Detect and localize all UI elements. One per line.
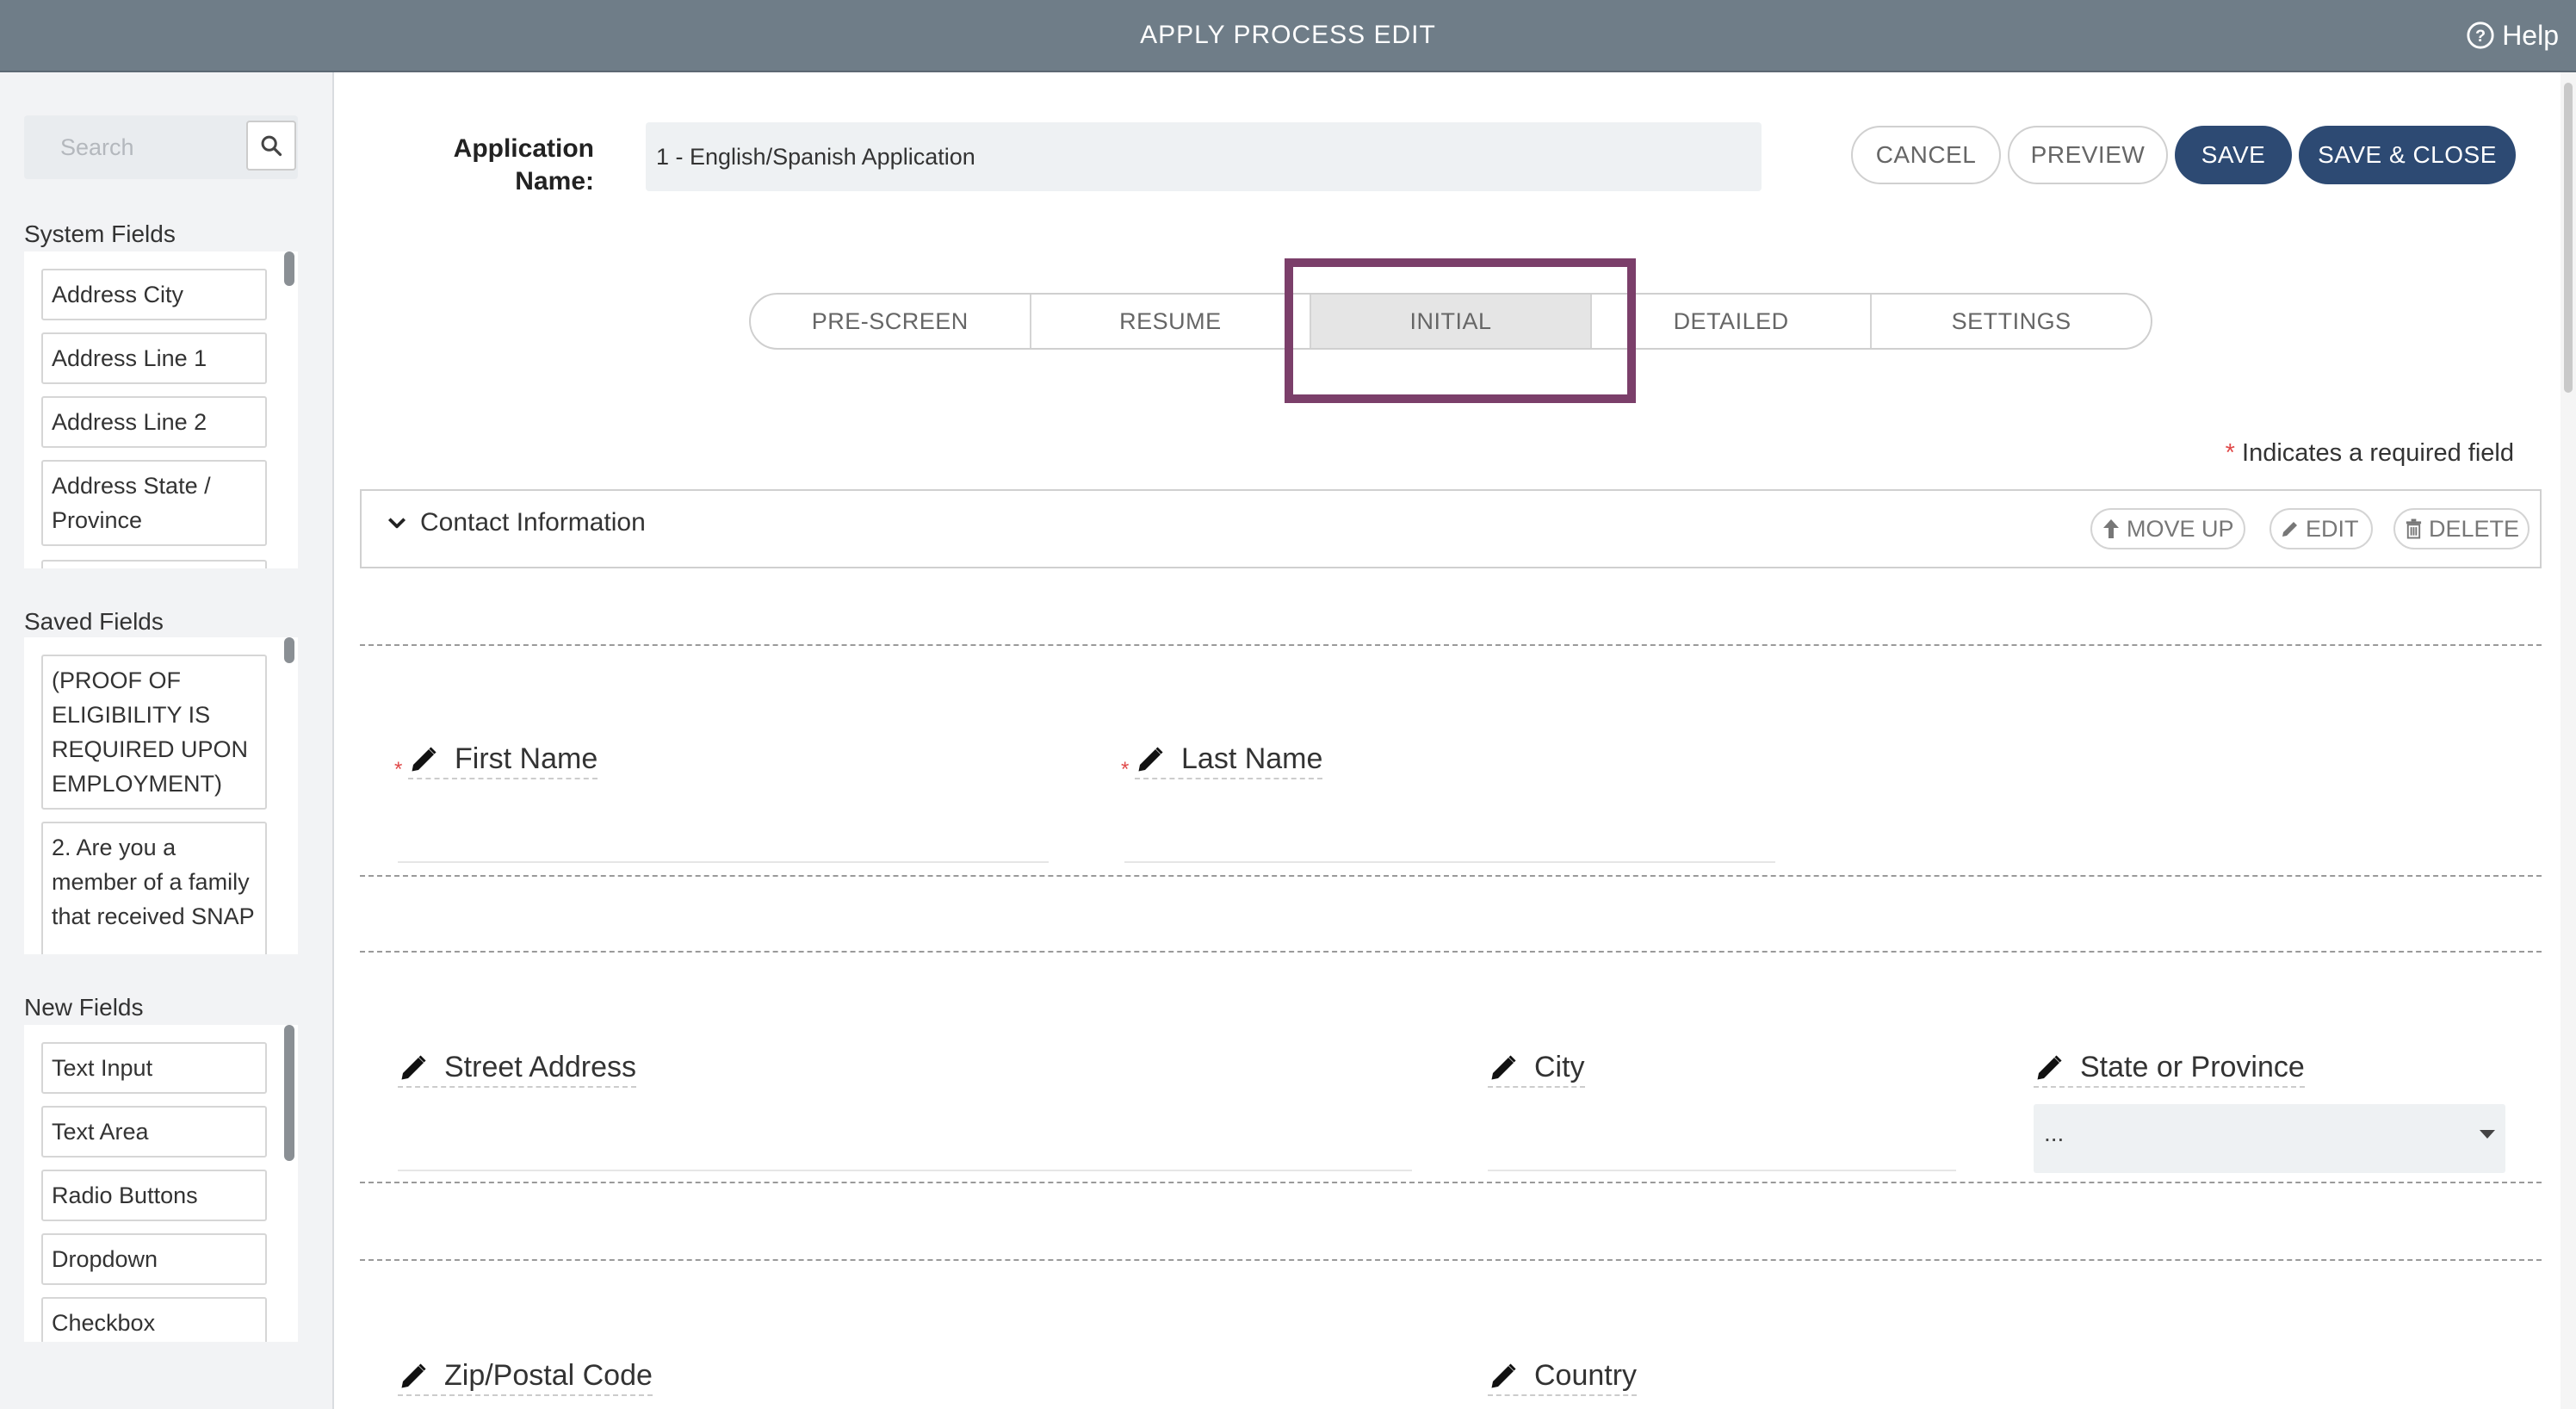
tab-settings[interactable]: SETTINGS bbox=[1872, 295, 2151, 348]
required-marker: * bbox=[1121, 758, 1130, 781]
help-label: Help bbox=[2502, 19, 2559, 51]
pencil-icon bbox=[2282, 522, 2297, 537]
row-divider bbox=[360, 951, 2542, 953]
row-divider bbox=[360, 875, 2542, 877]
field-item[interactable]: Address Line 2 bbox=[41, 396, 267, 448]
preview-button[interactable]: PREVIEW bbox=[2008, 126, 2168, 184]
field-item[interactable]: Address Line 1 bbox=[41, 332, 267, 384]
required-note: * Indicates a required field bbox=[2226, 439, 2514, 468]
system-fields-panel: Address City Address Line 1 Address Line… bbox=[24, 251, 298, 568]
field-item[interactable]: 2. Are you a member of a family that rec… bbox=[41, 822, 267, 954]
street-address-input[interactable] bbox=[398, 1170, 1412, 1171]
help-icon: ? bbox=[2467, 22, 2494, 49]
scrollbar[interactable] bbox=[284, 637, 294, 663]
state-label: State or Province bbox=[2080, 1051, 2305, 1083]
last-name-input[interactable] bbox=[1124, 861, 1775, 863]
city-label: City bbox=[1534, 1051, 1585, 1083]
delete-label: DELETE bbox=[2428, 515, 2519, 542]
row-divider bbox=[360, 1259, 2542, 1261]
arrow-up-icon bbox=[2103, 519, 2119, 538]
pencil-icon bbox=[1491, 1054, 1516, 1079]
scrollbar-thumb[interactable] bbox=[2564, 83, 2573, 393]
row-divider bbox=[360, 644, 2542, 646]
scrollbar[interactable] bbox=[284, 251, 294, 286]
save-button[interactable]: SAVE bbox=[2175, 126, 2292, 184]
saved-fields-panel: (PROOF OF ELIGIBILITY IS REQUIRED UPON E… bbox=[24, 637, 298, 954]
field-item[interactable]: Address City bbox=[41, 269, 267, 320]
last-name-label: Last Name bbox=[1181, 742, 1323, 775]
section-toggle[interactable]: Contact Information bbox=[386, 508, 646, 537]
tab-pre-screen[interactable]: PRE-SCREEN bbox=[751, 295, 1031, 348]
field-item[interactable]: Address State / Province bbox=[41, 460, 267, 546]
application-name-label: Application Name: bbox=[453, 134, 594, 196]
move-up-button[interactable]: MOVE UP bbox=[2090, 508, 2245, 549]
help-link[interactable]: ? Help bbox=[2466, 0, 2559, 71]
search-input[interactable] bbox=[24, 115, 239, 179]
state-field[interactable]: State or Province bbox=[2034, 1051, 2305, 1088]
edit-button[interactable]: EDIT bbox=[2269, 508, 2373, 549]
trash-icon bbox=[2406, 518, 2422, 539]
scrollbar[interactable] bbox=[284, 1025, 294, 1161]
country-label: Country bbox=[1534, 1359, 1638, 1392]
sidebar-search bbox=[24, 115, 298, 179]
country-field[interactable]: Country bbox=[1488, 1359, 1638, 1396]
street-address-label: Street Address bbox=[444, 1051, 637, 1083]
zip-label: Zip/Postal Code bbox=[444, 1359, 653, 1392]
first-name-input[interactable] bbox=[398, 861, 1049, 863]
search-icon bbox=[261, 135, 282, 157]
saved-fields-title: Saved Fields bbox=[24, 608, 164, 635]
field-item[interactable]: Radio Buttons bbox=[41, 1170, 267, 1221]
field-item[interactable]: (PROOF OF ELIGIBILITY IS REQUIRED UPON E… bbox=[41, 655, 267, 810]
first-name-label: First Name bbox=[455, 742, 598, 775]
caret-down-icon bbox=[2480, 1130, 2495, 1139]
system-fields-title: System Fields bbox=[24, 220, 176, 247]
pencil-icon bbox=[401, 1054, 426, 1079]
section-title: Contact Information bbox=[420, 508, 646, 537]
search-button[interactable] bbox=[246, 121, 296, 171]
first-name-field[interactable]: First Name bbox=[408, 742, 598, 779]
street-address-field[interactable]: Street Address bbox=[398, 1051, 637, 1088]
state-select-value: ... bbox=[2044, 1120, 2065, 1146]
pencil-icon bbox=[401, 1362, 426, 1387]
field-item[interactable] bbox=[41, 560, 267, 568]
new-fields-panel: Text Input Text Area Radio Buttons Dropd… bbox=[24, 1025, 298, 1342]
city-field[interactable]: City bbox=[1488, 1051, 1585, 1088]
delete-button[interactable]: DELETE bbox=[2393, 508, 2530, 549]
page-title: APPLY PROCESS EDIT bbox=[1140, 21, 1436, 49]
application-name-input[interactable]: 1 - English/Spanish Application bbox=[646, 122, 1762, 191]
edit-label: EDIT bbox=[2306, 515, 2359, 542]
page-scrollbar[interactable] bbox=[2561, 72, 2576, 1409]
pencil-icon bbox=[1491, 1362, 1516, 1387]
top-bar: APPLY PROCESS EDIT ? Help bbox=[0, 0, 2576, 72]
field-item[interactable]: Text Area bbox=[41, 1106, 267, 1158]
cancel-button[interactable]: CANCEL bbox=[1851, 126, 2001, 184]
required-marker: * bbox=[394, 758, 403, 781]
pencil-icon bbox=[412, 746, 437, 771]
highlight-box bbox=[1285, 258, 1636, 403]
chevron-down-icon bbox=[387, 518, 406, 529]
row-divider bbox=[360, 1182, 2542, 1183]
field-item[interactable]: Text Input bbox=[41, 1042, 267, 1094]
move-up-label: MOVE UP bbox=[2127, 515, 2234, 542]
state-select[interactable]: ... bbox=[2034, 1104, 2505, 1173]
pencil-icon bbox=[1138, 746, 1163, 771]
new-fields-title: New Fields bbox=[24, 994, 144, 1021]
zip-field[interactable]: Zip/Postal Code bbox=[398, 1359, 653, 1396]
required-star: * bbox=[2225, 439, 2235, 467]
save-close-button[interactable]: SAVE & CLOSE bbox=[2299, 126, 2516, 184]
city-input[interactable] bbox=[1488, 1170, 1956, 1171]
tab-resume[interactable]: RESUME bbox=[1031, 295, 1312, 348]
field-item[interactable]: Checkbox bbox=[41, 1297, 267, 1342]
svg-text:?: ? bbox=[2475, 27, 2486, 46]
field-item[interactable]: Dropdown bbox=[41, 1233, 267, 1285]
pencil-icon bbox=[2037, 1054, 2062, 1079]
last-name-field[interactable]: Last Name bbox=[1135, 742, 1323, 779]
required-note-text: Indicates a required field bbox=[2242, 439, 2514, 467]
